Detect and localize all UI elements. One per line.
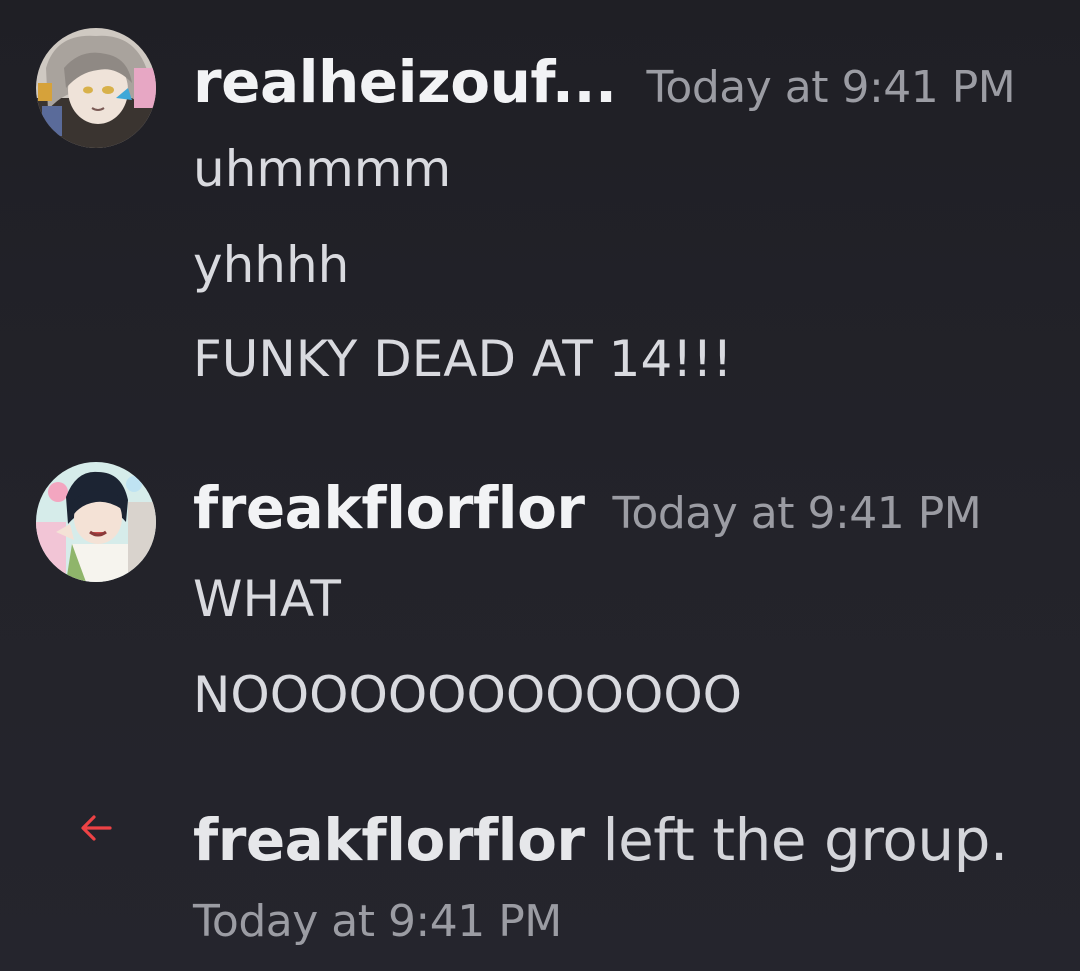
message-text: yhhhh — [193, 236, 350, 294]
message-timestamp: Today at 9:41 PM — [612, 488, 982, 539]
avatar-illustration — [36, 28, 156, 148]
system-message-text: left the group. — [584, 806, 1008, 874]
system-username[interactable]: freakflorflor — [193, 806, 585, 874]
message-timestamp: Today at 9:41 PM — [646, 62, 1016, 113]
username[interactable]: realheizouf... — [193, 48, 617, 116]
message-header: realheizouf... Today at 9:41 PM — [193, 48, 1016, 116]
message-text: WHAT — [193, 570, 341, 628]
user-avatar-realheizouf[interactable] — [36, 28, 156, 148]
system-message: freakflorflor left the group. — [193, 806, 1008, 874]
username[interactable]: freakflorflor — [193, 474, 585, 542]
message-header: freakflorflor Today at 9:41 PM — [193, 474, 982, 542]
avatar-illustration — [36, 462, 156, 582]
arrow-left-icon — [76, 808, 116, 848]
message-text: uhmmmm — [193, 140, 452, 198]
user-avatar-freakflorflor[interactable] — [36, 462, 156, 582]
chat-log: realheizouf... Today at 9:41 PM uhmmmm y… — [0, 0, 1080, 971]
system-timestamp: Today at 9:41 PM — [193, 896, 562, 947]
message-text: NOOOOOOOOOOOOO — [193, 666, 743, 724]
message-text: FUNKY DEAD AT 14!!! — [193, 330, 733, 388]
